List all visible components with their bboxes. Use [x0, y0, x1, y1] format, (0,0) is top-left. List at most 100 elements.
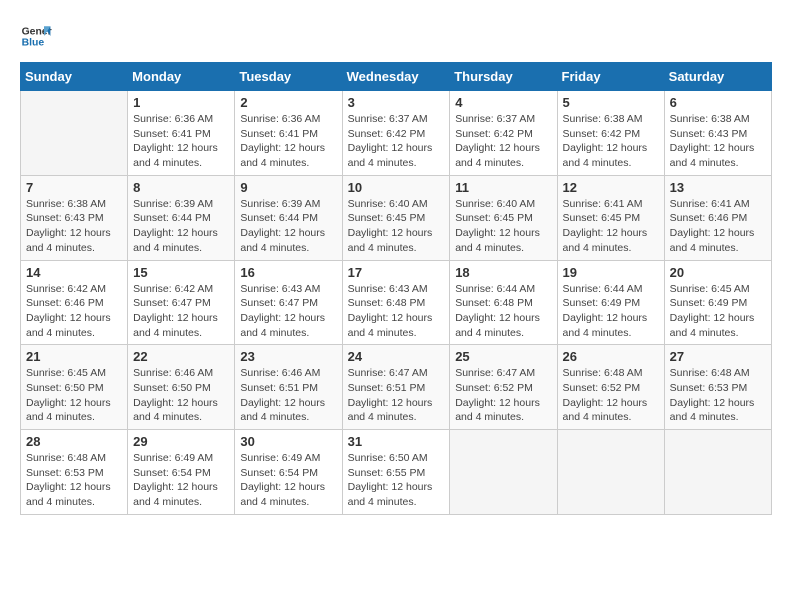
day-number: 29: [133, 434, 229, 449]
calendar-cell: 2 Sunrise: 6:36 AMSunset: 6:41 PMDaylight…: [235, 91, 342, 176]
calendar-header-row: SundayMondayTuesdayWednesdayThursdayFrid…: [21, 63, 772, 91]
day-number: 12: [563, 180, 659, 195]
calendar-cell: 12 Sunrise: 6:41 AMSunset: 6:45 PMDayligh…: [557, 175, 664, 260]
day-number: 18: [455, 265, 551, 280]
calendar-cell: 3 Sunrise: 6:37 AMSunset: 6:42 PMDaylight…: [342, 91, 450, 176]
day-number: 3: [348, 95, 445, 110]
calendar-header-saturday: Saturday: [664, 63, 771, 91]
day-info: Sunrise: 6:44 AMSunset: 6:48 PMDaylight:…: [455, 282, 551, 341]
calendar-cell: 8 Sunrise: 6:39 AMSunset: 6:44 PMDaylight…: [128, 175, 235, 260]
day-info: Sunrise: 6:37 AMSunset: 6:42 PMDaylight:…: [348, 112, 445, 171]
calendar-header-wednesday: Wednesday: [342, 63, 450, 91]
calendar-cell: [557, 430, 664, 515]
day-info: Sunrise: 6:43 AMSunset: 6:47 PMDaylight:…: [240, 282, 336, 341]
day-number: 14: [26, 265, 122, 280]
day-number: 20: [670, 265, 766, 280]
day-number: 22: [133, 349, 229, 364]
day-info: Sunrise: 6:40 AMSunset: 6:45 PMDaylight:…: [348, 197, 445, 256]
day-number: 4: [455, 95, 551, 110]
calendar-cell: 26 Sunrise: 6:48 AMSunset: 6:52 PMDayligh…: [557, 345, 664, 430]
day-info: Sunrise: 6:38 AMSunset: 6:42 PMDaylight:…: [563, 112, 659, 171]
day-number: 31: [348, 434, 445, 449]
calendar-cell: 29 Sunrise: 6:49 AMSunset: 6:54 PMDayligh…: [128, 430, 235, 515]
calendar-cell: 23 Sunrise: 6:46 AMSunset: 6:51 PMDayligh…: [235, 345, 342, 430]
page-header: General Blue: [20, 20, 772, 52]
calendar-week-3: 14Sunrise: 6:42 AMSunset: 6:46 PMDayligh…: [21, 260, 772, 345]
day-number: 24: [348, 349, 445, 364]
calendar-cell: 24Sunrise: 6:47 AMSunset: 6:51 PMDayligh…: [342, 345, 450, 430]
calendar-header-monday: Monday: [128, 63, 235, 91]
day-info: Sunrise: 6:39 AMSunset: 6:44 PMDaylight:…: [133, 197, 229, 256]
calendar-week-2: 7 Sunrise: 6:38 AMSunset: 6:43 PMDaylight…: [21, 175, 772, 260]
calendar-week-5: 28Sunrise: 6:48 AMSunset: 6:53 PMDayligh…: [21, 430, 772, 515]
calendar-cell: 11 Sunrise: 6:40 AMSunset: 6:45 PMDayligh…: [450, 175, 557, 260]
calendar-cell: 10 Sunrise: 6:40 AMSunset: 6:45 PMDayligh…: [342, 175, 450, 260]
calendar-cell: 17 Sunrise: 6:43 AMSunset: 6:48 PMDayligh…: [342, 260, 450, 345]
calendar-cell: 6 Sunrise: 6:38 AMSunset: 6:43 PMDaylight…: [664, 91, 771, 176]
day-number: 27: [670, 349, 766, 364]
day-info: Sunrise: 6:44 AMSunset: 6:49 PMDaylight:…: [563, 282, 659, 341]
calendar-cell: 18 Sunrise: 6:44 AMSunset: 6:48 PMDayligh…: [450, 260, 557, 345]
day-info: Sunrise: 6:39 AMSunset: 6:44 PMDaylight:…: [240, 197, 336, 256]
day-number: 17: [348, 265, 445, 280]
day-number: 5: [563, 95, 659, 110]
day-info: Sunrise: 6:37 AMSunset: 6:42 PMDaylight:…: [455, 112, 551, 171]
day-info: Sunrise: 6:36 AMSunset: 6:41 PMDaylight:…: [240, 112, 336, 171]
calendar-cell: 31Sunrise: 6:50 AMSunset: 6:55 PMDayligh…: [342, 430, 450, 515]
day-info: Sunrise: 6:46 AMSunset: 6:51 PMDaylight:…: [240, 366, 336, 425]
day-info: Sunrise: 6:48 AMSunset: 6:53 PMDaylight:…: [670, 366, 766, 425]
day-number: 30: [240, 434, 336, 449]
calendar-cell: 5 Sunrise: 6:38 AMSunset: 6:42 PMDaylight…: [557, 91, 664, 176]
day-info: Sunrise: 6:49 AMSunset: 6:54 PMDaylight:…: [240, 451, 336, 510]
day-info: Sunrise: 6:41 AMSunset: 6:45 PMDaylight:…: [563, 197, 659, 256]
day-number: 16: [240, 265, 336, 280]
calendar-cell: 14Sunrise: 6:42 AMSunset: 6:46 PMDayligh…: [21, 260, 128, 345]
calendar-cell: 1 Sunrise: 6:36 AMSunset: 6:41 PMDaylight…: [128, 91, 235, 176]
calendar-cell: 19 Sunrise: 6:44 AMSunset: 6:49 PMDayligh…: [557, 260, 664, 345]
calendar-table: SundayMondayTuesdayWednesdayThursdayFrid…: [20, 62, 772, 515]
day-info: Sunrise: 6:38 AMSunset: 6:43 PMDaylight:…: [670, 112, 766, 171]
day-info: Sunrise: 6:48 AMSunset: 6:52 PMDaylight:…: [563, 366, 659, 425]
calendar-cell: [21, 91, 128, 176]
day-number: 21: [26, 349, 122, 364]
day-info: Sunrise: 6:42 AMSunset: 6:47 PMDaylight:…: [133, 282, 229, 341]
day-info: Sunrise: 6:45 AMSunset: 6:50 PMDaylight:…: [26, 366, 122, 425]
calendar-cell: 21 Sunrise: 6:45 AMSunset: 6:50 PMDayligh…: [21, 345, 128, 430]
day-info: Sunrise: 6:40 AMSunset: 6:45 PMDaylight:…: [455, 197, 551, 256]
day-number: 26: [563, 349, 659, 364]
calendar-cell: 13 Sunrise: 6:41 AMSunset: 6:46 PMDayligh…: [664, 175, 771, 260]
day-number: 23: [240, 349, 336, 364]
day-number: 19: [563, 265, 659, 280]
calendar-cell: 15Sunrise: 6:42 AMSunset: 6:47 PMDayligh…: [128, 260, 235, 345]
day-info: Sunrise: 6:36 AMSunset: 6:41 PMDaylight:…: [133, 112, 229, 171]
day-info: Sunrise: 6:41 AMSunset: 6:46 PMDaylight:…: [670, 197, 766, 256]
calendar-header-tuesday: Tuesday: [235, 63, 342, 91]
calendar-cell: 20Sunrise: 6:45 AMSunset: 6:49 PMDayligh…: [664, 260, 771, 345]
calendar-cell: 27 Sunrise: 6:48 AMSunset: 6:53 PMDayligh…: [664, 345, 771, 430]
calendar-week-4: 21 Sunrise: 6:45 AMSunset: 6:50 PMDayligh…: [21, 345, 772, 430]
day-number: 6: [670, 95, 766, 110]
calendar-cell: 30 Sunrise: 6:49 AMSunset: 6:54 PMDayligh…: [235, 430, 342, 515]
day-info: Sunrise: 6:38 AMSunset: 6:43 PMDaylight:…: [26, 197, 122, 256]
calendar-cell: [664, 430, 771, 515]
day-info: Sunrise: 6:46 AMSunset: 6:50 PMDaylight:…: [133, 366, 229, 425]
day-number: 28: [26, 434, 122, 449]
day-number: 2: [240, 95, 336, 110]
day-number: 13: [670, 180, 766, 195]
day-number: 10: [348, 180, 445, 195]
calendar-cell: [450, 430, 557, 515]
day-number: 1: [133, 95, 229, 110]
day-info: Sunrise: 6:47 AMSunset: 6:52 PMDaylight:…: [455, 366, 551, 425]
day-number: 11: [455, 180, 551, 195]
svg-text:Blue: Blue: [22, 38, 45, 49]
calendar-cell: 22 Sunrise: 6:46 AMSunset: 6:50 PMDayligh…: [128, 345, 235, 430]
calendar-header-friday: Friday: [557, 63, 664, 91]
calendar-cell: 4 Sunrise: 6:37 AMSunset: 6:42 PMDaylight…: [450, 91, 557, 176]
day-number: 7: [26, 180, 122, 195]
day-number: 8: [133, 180, 229, 195]
calendar-cell: 16 Sunrise: 6:43 AMSunset: 6:47 PMDayligh…: [235, 260, 342, 345]
day-info: Sunrise: 6:49 AMSunset: 6:54 PMDaylight:…: [133, 451, 229, 510]
day-info: Sunrise: 6:43 AMSunset: 6:48 PMDaylight:…: [348, 282, 445, 341]
logo: General Blue: [20, 20, 52, 52]
logo-icon: General Blue: [20, 20, 52, 52]
